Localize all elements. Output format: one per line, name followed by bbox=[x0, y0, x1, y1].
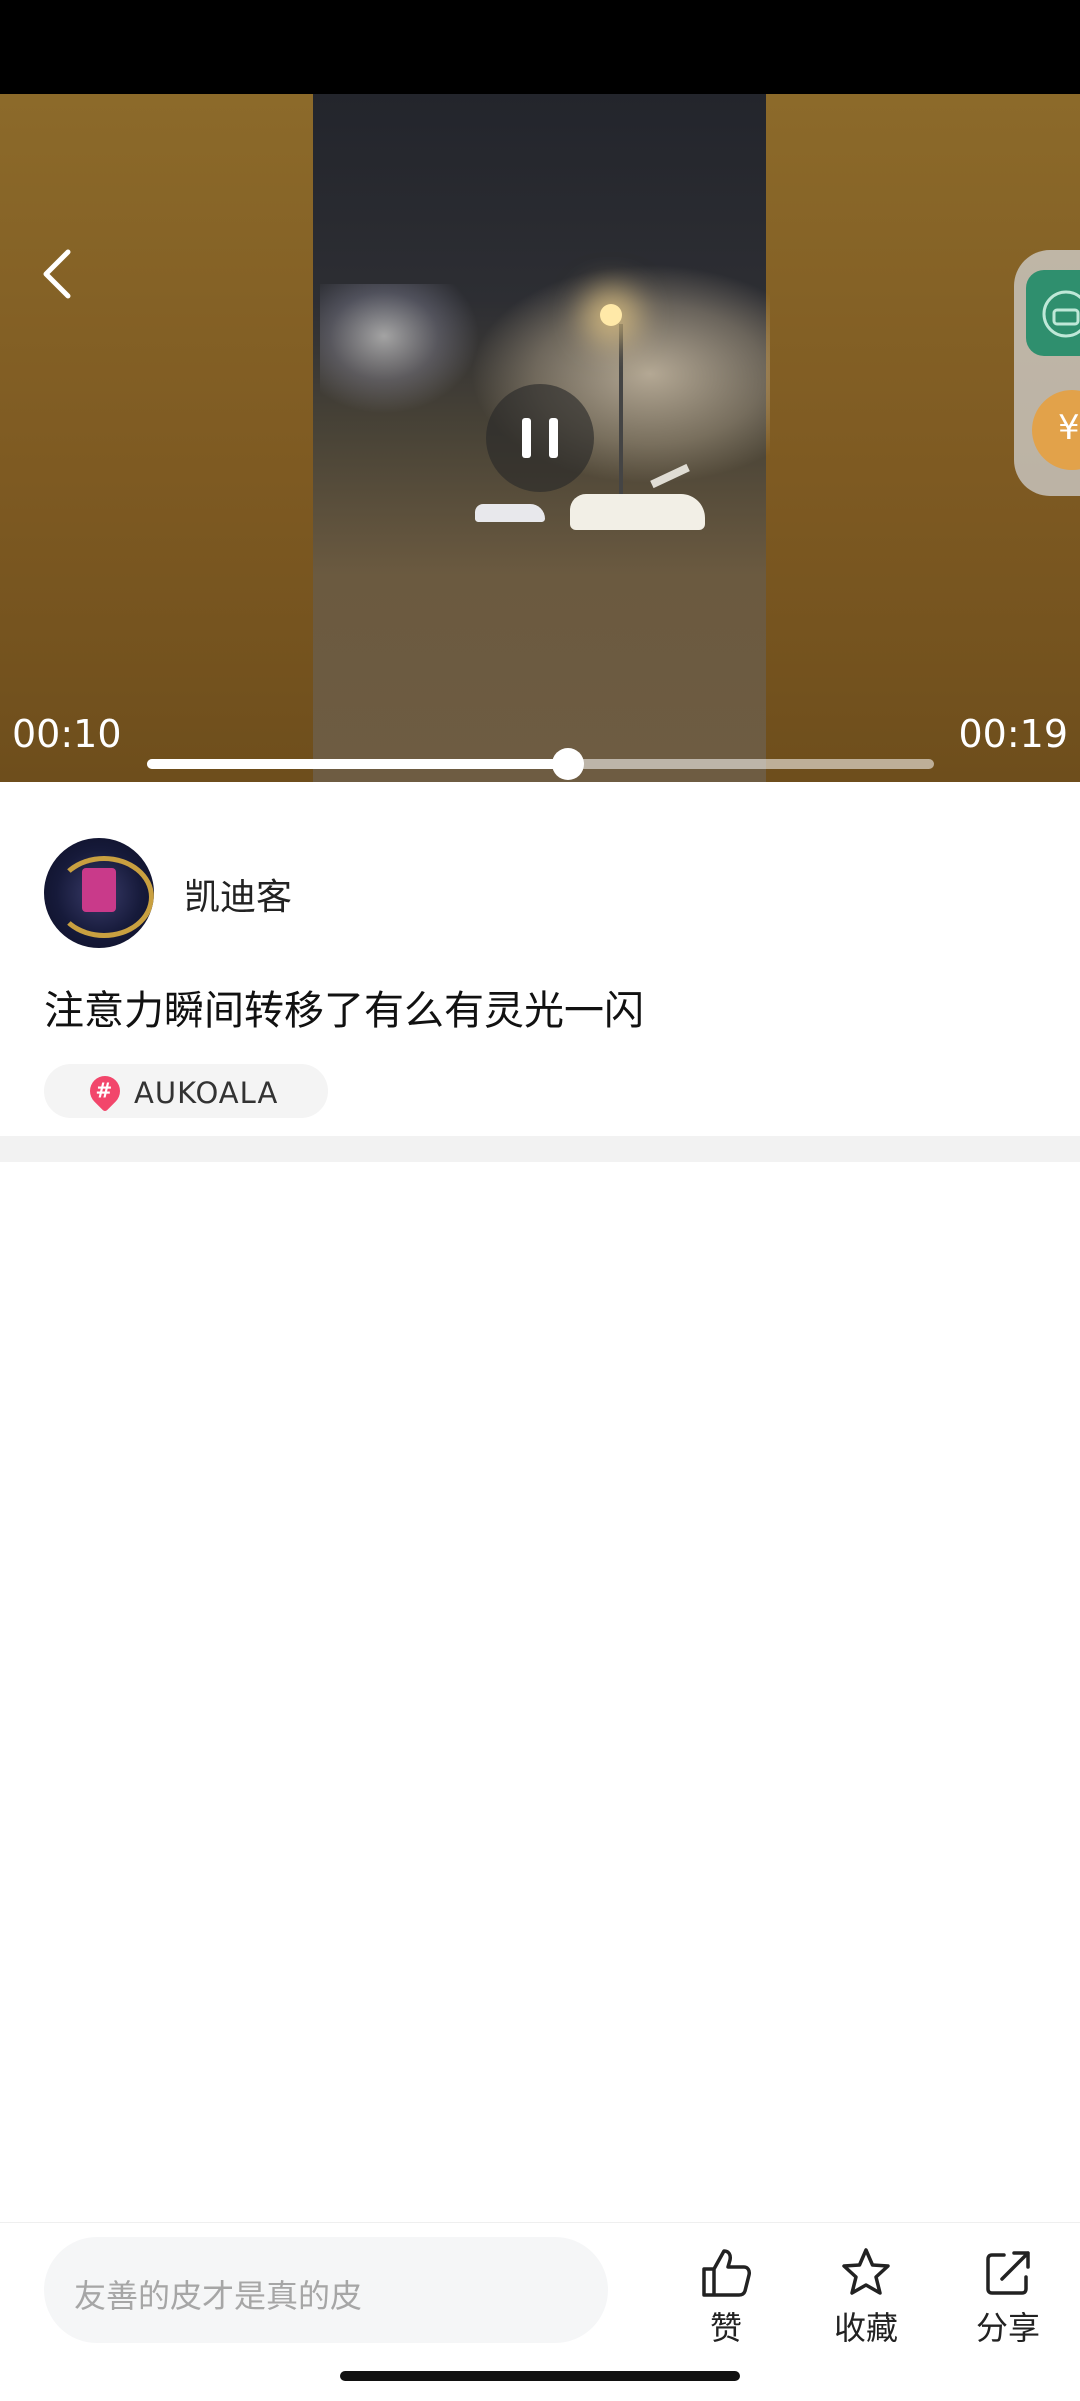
avatar[interactable] bbox=[44, 838, 154, 948]
progress-bar[interactable] bbox=[147, 744, 934, 782]
side-coin-icon[interactable]: ¥ bbox=[1032, 390, 1080, 470]
favorite-label: 收藏 bbox=[833, 2309, 898, 2347]
side-floating-panel[interactable]: ¥ bbox=[1014, 250, 1080, 496]
pause-button[interactable] bbox=[486, 384, 594, 492]
video-scene-fireworks bbox=[320, 284, 480, 414]
thumbs-up-icon bbox=[702, 2249, 751, 2297]
share-label: 分享 bbox=[975, 2309, 1040, 2347]
hashtag-icon: # bbox=[83, 1069, 127, 1113]
video-scene-car bbox=[570, 494, 705, 530]
author-row[interactable]: 凯迪客 bbox=[44, 838, 644, 948]
video-scene-streetlight bbox=[600, 304, 622, 326]
back-button[interactable] bbox=[38, 246, 78, 302]
comment-input[interactable]: 友善的皮才是真的皮 bbox=[44, 2237, 608, 2343]
pause-icon bbox=[522, 418, 531, 458]
star-icon bbox=[842, 2248, 890, 2295]
app-icon bbox=[1042, 290, 1080, 338]
current-time: 00:10 bbox=[12, 712, 122, 756]
side-app-icon[interactable] bbox=[1026, 270, 1080, 356]
like-label: 赞 bbox=[709, 2309, 742, 2347]
back-chevron-icon bbox=[43, 249, 71, 299]
favorite-button[interactable]: 收藏 bbox=[816, 2245, 916, 2349]
topic-tag-label: AUKOALA bbox=[134, 1076, 279, 1110]
topic-tag[interactable]: # AUKOALA bbox=[44, 1064, 328, 1118]
comment-placeholder: 友善的皮才是真的皮 bbox=[74, 2277, 363, 2315]
pause-icon bbox=[549, 418, 558, 458]
video-player[interactable]: ¥ 00:10 00:19 bbox=[0, 94, 1080, 782]
progress-knob[interactable] bbox=[552, 748, 584, 780]
share-button[interactable]: 分享 bbox=[958, 2245, 1058, 2349]
like-button[interactable]: 赞 bbox=[676, 2245, 776, 2349]
author-name[interactable]: 凯迪客 bbox=[184, 868, 292, 920]
status-bar bbox=[0, 0, 1080, 94]
share-icon bbox=[986, 2251, 1030, 2295]
progress-fill bbox=[147, 759, 568, 769]
total-time: 00:19 bbox=[958, 712, 1068, 756]
home-indicator bbox=[340, 2371, 740, 2381]
video-scene-car bbox=[475, 504, 545, 522]
section-divider bbox=[0, 1136, 1080, 1162]
post-caption: 注意力瞬间转移了有么有灵光一闪 bbox=[44, 988, 644, 1034]
video-scene-lamp-pole bbox=[619, 324, 623, 504]
